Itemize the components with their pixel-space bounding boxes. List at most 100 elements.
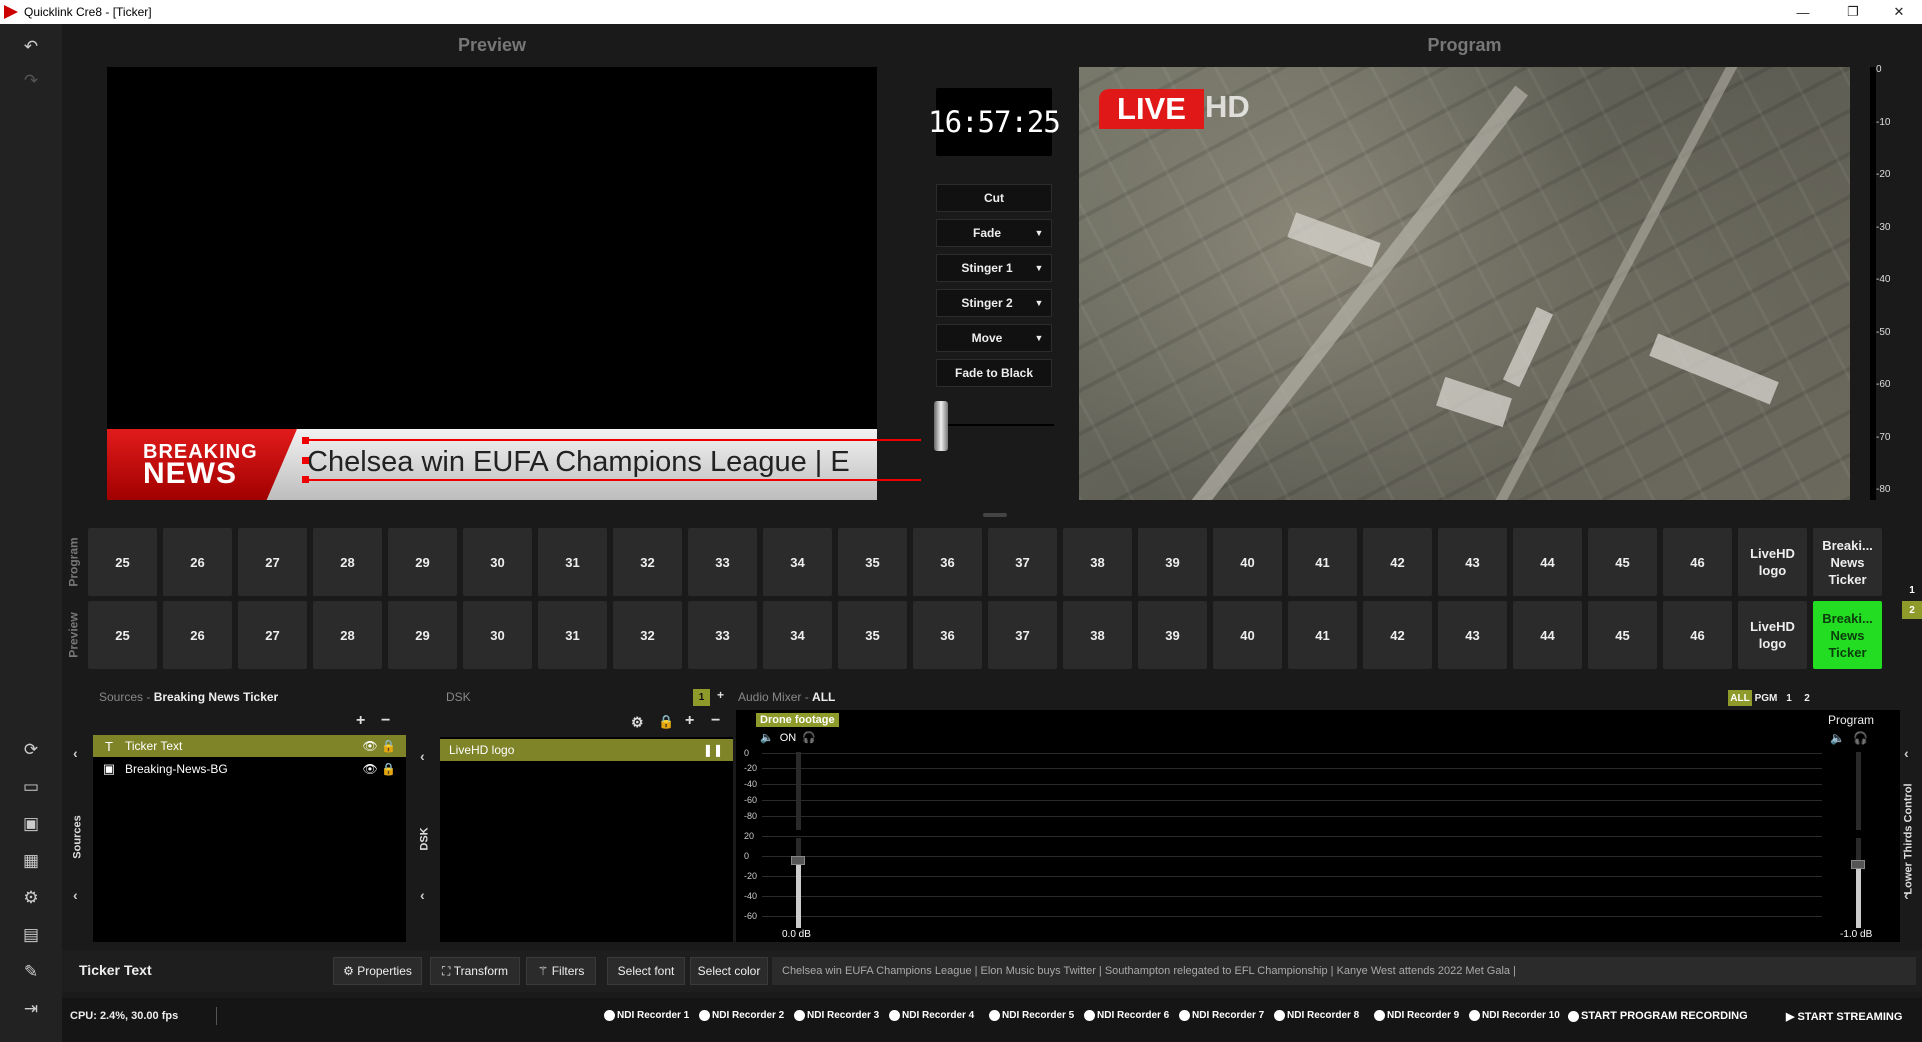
preview-monitor[interactable]: BREAKING NEWS Chelsea win EUFA Champions… [107, 67, 921, 500]
add-dsk-page-button[interactable]: + [717, 688, 724, 702]
collapse-left-icon[interactable]: ‹ [73, 887, 78, 903]
mixer-tab-all[interactable]: ALL [1728, 690, 1752, 706]
collapse-left-icon[interactable]: ‹ [1904, 745, 1909, 761]
program-row-button[interactable]: LiveHD logo [1738, 528, 1807, 596]
add-dsk-button[interactable]: + [685, 712, 694, 730]
speaker-icon[interactable]: 🔈 [760, 731, 774, 744]
program-row-button[interactable]: 36 [913, 528, 982, 596]
mixer-tab-2[interactable]: 2 [1800, 690, 1814, 706]
start-recording-button[interactable]: START PROGRAM RECORDING [1568, 1010, 1748, 1022]
collapse-left-icon[interactable]: ‹ [1904, 887, 1909, 903]
page-tag-1[interactable]: 1 [1902, 581, 1922, 599]
program-row-button[interactable]: 39 [1138, 528, 1207, 596]
program-row-button[interactable]: Breaki... News Ticker [1813, 528, 1882, 596]
ndi-recorder-toggle[interactable]: NDI Recorder 7 [1179, 1010, 1264, 1021]
preview-row-button[interactable]: 43 [1438, 601, 1507, 669]
preview-row-button[interactable]: 44 [1513, 601, 1582, 669]
preview-row-button[interactable]: 45 [1588, 601, 1657, 669]
ndi-recorder-toggle[interactable]: NDI Recorder 3 [794, 1010, 879, 1021]
preview-row-button[interactable]: 28 [313, 601, 382, 669]
ndi-recorder-toggle[interactable]: NDI Recorder 2 [699, 1010, 784, 1021]
program-row-button[interactable]: 43 [1438, 528, 1507, 596]
program-row-button[interactable]: 35 [838, 528, 907, 596]
redo-icon[interactable]: ↷ [20, 70, 42, 92]
pause-icon[interactable]: ❚❚ [703, 743, 723, 757]
program-row-button[interactable]: 31 [538, 528, 607, 596]
ndi-recorder-toggle[interactable]: NDI Recorder 9 [1374, 1010, 1459, 1021]
preview-row-button[interactable]: 35 [838, 601, 907, 669]
folder-icon[interactable]: ▤ [20, 924, 42, 946]
remove-source-button[interactable]: − [381, 712, 390, 730]
program-row-button[interactable]: 28 [313, 528, 382, 596]
chevron-down-icon[interactable]: ▼ [1027, 325, 1051, 351]
resize-handle[interactable] [302, 457, 309, 464]
visibility-lock-icons[interactable]: 👁 🔒 [362, 739, 396, 753]
program-row-button[interactable]: 33 [688, 528, 757, 596]
channel-fader-knob[interactable] [791, 856, 805, 865]
transition-button-fade[interactable]: Fade ▼ [936, 219, 1052, 247]
preview-row-button[interactable]: Breaki... News Ticker [1813, 601, 1882, 669]
chevron-down-icon[interactable]: ▼ [1027, 255, 1051, 281]
t-bar-handle[interactable] [934, 401, 948, 451]
preview-row-button[interactable]: 40 [1213, 601, 1282, 669]
program-row-button[interactable]: 26 [163, 528, 232, 596]
chevron-down-icon[interactable]: ▼ [1027, 220, 1051, 246]
remove-dsk-button[interactable]: − [711, 712, 720, 730]
layout-grid-icon[interactable]: ▦ [20, 850, 42, 872]
program-row-button[interactable]: 32 [613, 528, 682, 596]
properties-button[interactable]: ⚙ Properties [333, 957, 422, 985]
ndi-recorder-toggle[interactable]: NDI Recorder 8 [1274, 1010, 1359, 1021]
preview-row-button[interactable]: 39 [1138, 601, 1207, 669]
monitor-icon[interactable]: ▭ [20, 776, 42, 798]
maximize-button[interactable]: ❐ [1830, 0, 1876, 24]
transition-button-cut[interactable]: Cut [936, 184, 1052, 212]
collapse-left-icon[interactable]: ‹ [420, 748, 425, 764]
tools-icon[interactable]: ✎ [20, 961, 42, 983]
lower-thirds-side-tab[interactable]: Lower Thirds Control [1896, 735, 1922, 942]
dsk-page-badge[interactable]: 1 [693, 689, 710, 706]
preview-row-button[interactable]: 33 [688, 601, 757, 669]
mixer-tab-1[interactable]: 1 [1782, 690, 1796, 706]
program-row-button[interactable]: 46 [1663, 528, 1732, 596]
ndi-recorder-toggle[interactable]: NDI Recorder 1 [604, 1010, 689, 1021]
preview-row-button[interactable]: 32 [613, 601, 682, 669]
chevron-down-icon[interactable]: ▼ [1027, 290, 1051, 316]
program-row-button[interactable]: 40 [1213, 528, 1282, 596]
preview-row-button[interactable]: 26 [163, 601, 232, 669]
preview-row-button[interactable]: 25 [88, 601, 157, 669]
visibility-lock-icons[interactable]: 👁 🔒 [362, 762, 396, 776]
speaker-icon[interactable]: 🔈 [1830, 731, 1845, 745]
display-settings-icon[interactable]: ▣ [20, 813, 42, 835]
headphones-icon[interactable]: 🎧 [802, 731, 816, 744]
ticker-content-input[interactable]: Chelsea win EUFA Champions League | Elon… [772, 957, 1916, 985]
collapse-left-icon[interactable]: ‹ [73, 745, 78, 761]
ndi-recorder-toggle[interactable]: NDI Recorder 4 [889, 1010, 974, 1021]
select-color-button[interactable]: Select color [690, 957, 768, 985]
preview-row-button[interactable]: 41 [1288, 601, 1357, 669]
preview-row-button[interactable]: 38 [1063, 601, 1132, 669]
resize-handle[interactable] [302, 437, 309, 444]
preview-row-button[interactable]: 27 [238, 601, 307, 669]
program-row-button[interactable]: 45 [1588, 528, 1657, 596]
add-source-button[interactable]: + [356, 712, 365, 730]
program-row-button[interactable]: 42 [1363, 528, 1432, 596]
preview-row-button[interactable]: 36 [913, 601, 982, 669]
transform-button[interactable]: ⛶ Transform [430, 957, 520, 985]
panel-resize-grip[interactable] [983, 513, 1007, 517]
select-font-button[interactable]: Select font [607, 957, 685, 985]
selection-box[interactable] [302, 437, 921, 483]
program-fader-knob[interactable] [1851, 860, 1865, 869]
dsk-side-tab[interactable]: DSK [412, 735, 438, 942]
monitor-on-label[interactable]: ON [780, 732, 797, 744]
program-row-button[interactable]: 29 [388, 528, 457, 596]
program-row-button[interactable]: 25 [88, 528, 157, 596]
preview-row-button[interactable]: LiveHD logo [1738, 601, 1807, 669]
collapse-left-icon[interactable]: ‹ [420, 887, 425, 903]
ndi-recorder-toggle[interactable]: NDI Recorder 10 [1469, 1010, 1560, 1021]
program-row-button[interactable]: 34 [763, 528, 832, 596]
resize-handle[interactable] [302, 476, 309, 483]
preview-row-button[interactable]: 29 [388, 601, 457, 669]
undo-icon[interactable]: ↶ [20, 36, 42, 58]
exit-icon[interactable]: ⇥ [20, 998, 42, 1020]
preview-row-button[interactable]: 37 [988, 601, 1057, 669]
